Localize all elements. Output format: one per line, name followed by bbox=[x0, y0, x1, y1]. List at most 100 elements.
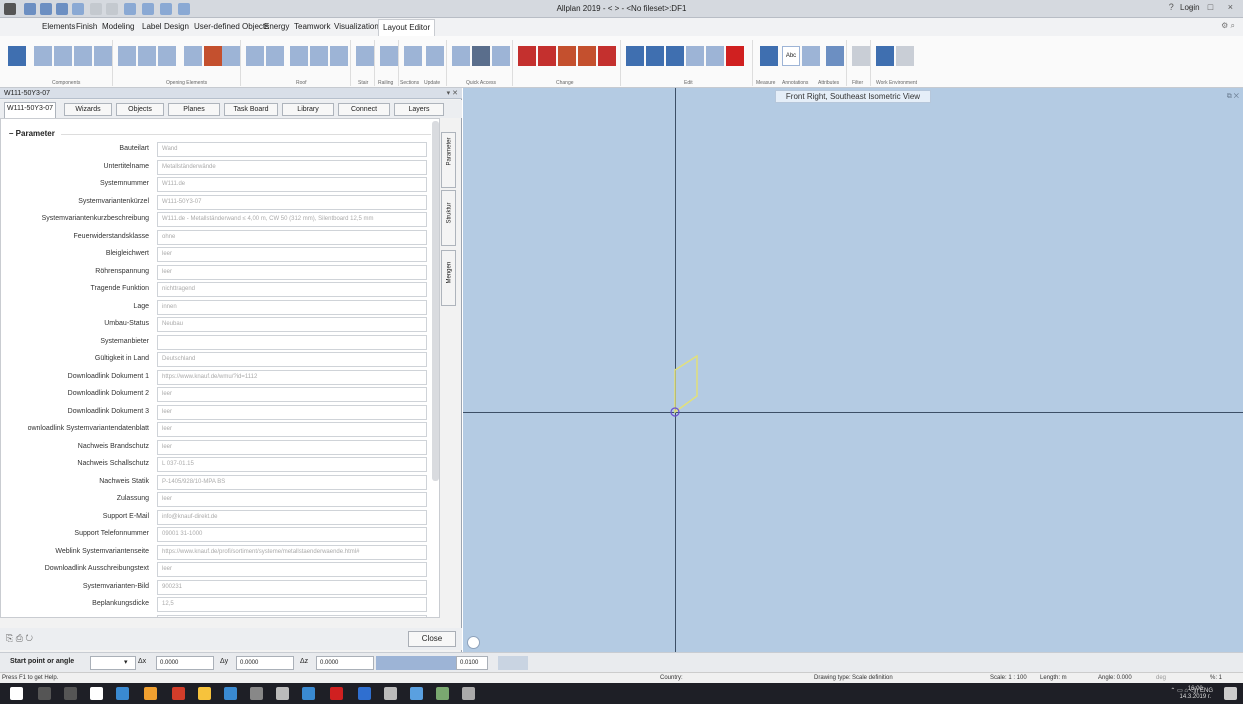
word-icon[interactable] bbox=[358, 687, 371, 700]
parameter-value[interactable]: Deutschland bbox=[157, 352, 427, 367]
start-icon[interactable] bbox=[10, 687, 23, 700]
window-controls[interactable]: ? – □ × bbox=[1169, 2, 1239, 12]
attributes-icon[interactable] bbox=[826, 46, 844, 66]
tab-layout-editor[interactable]: Layout Editor bbox=[378, 19, 436, 36]
beam-icon[interactable] bbox=[94, 46, 112, 66]
niche-icon[interactable] bbox=[184, 46, 202, 66]
copy-icon[interactable] bbox=[626, 46, 644, 66]
snap-tools-icon[interactable] bbox=[376, 656, 456, 670]
parameter-value[interactable]: ohne bbox=[157, 229, 427, 245]
parameter-value[interactable]: Wand bbox=[157, 142, 427, 157]
parameter-value[interactable]: leer bbox=[157, 387, 427, 402]
parameter-value[interactable]: leer bbox=[157, 422, 427, 437]
help-icon[interactable]: ⚙ ⌕ bbox=[1221, 21, 1235, 31]
tab-layers[interactable]: Layers bbox=[394, 103, 444, 116]
parameter-value[interactable]: Metallständerwände bbox=[157, 159, 427, 175]
side-tab-parameter[interactable]: Parameter bbox=[441, 132, 456, 188]
rotate-icon[interactable] bbox=[666, 46, 684, 66]
window-icon[interactable] bbox=[118, 46, 136, 66]
tab-objects[interactable]: Objects bbox=[116, 103, 164, 116]
dormer-icon[interactable] bbox=[310, 46, 328, 66]
parameter-value[interactable]: innen bbox=[157, 299, 427, 315]
delete-icon[interactable] bbox=[726, 46, 744, 66]
scale-input[interactable]: 0.0100 bbox=[456, 656, 488, 670]
recess-icon[interactable] bbox=[222, 46, 240, 66]
modify-icon[interactable] bbox=[518, 46, 536, 66]
properties-icon[interactable] bbox=[8, 46, 26, 66]
scrollbar[interactable] bbox=[432, 121, 439, 481]
railing-icon[interactable] bbox=[380, 46, 398, 66]
text-icon[interactable] bbox=[472, 46, 490, 66]
section-parameter[interactable]: – Parameter bbox=[9, 129, 55, 138]
dropdown-icon[interactable]: ▾ bbox=[124, 658, 128, 666]
skype-icon[interactable] bbox=[302, 687, 315, 700]
tab-wizards[interactable]: Wizards bbox=[64, 103, 112, 116]
allplan-icon[interactable] bbox=[276, 687, 289, 700]
palette-pin-close[interactable]: ▾ ✕ bbox=[447, 89, 458, 97]
window-opening-icon[interactable] bbox=[246, 46, 264, 66]
section-icon[interactable] bbox=[404, 46, 422, 66]
viewport-controls[interactable]: ⧉ ✕ bbox=[1227, 93, 1239, 101]
mail-icon[interactable] bbox=[90, 687, 103, 700]
office-icon[interactable] bbox=[172, 687, 185, 700]
close-button[interactable]: Close bbox=[408, 631, 456, 647]
parameter-value[interactable]: 1 bbox=[157, 614, 427, 617]
tab-properties[interactable]: W111-50Y3-07 bbox=[4, 102, 56, 118]
dx-input[interactable]: 0.0000 bbox=[156, 656, 214, 670]
side-tab-mengen[interactable]: Mengen bbox=[441, 250, 456, 306]
work-environment-icon[interactable] bbox=[876, 46, 894, 66]
parameter-value[interactable]: 09001 31-1000 bbox=[157, 527, 427, 542]
door-opening-icon[interactable] bbox=[266, 46, 284, 66]
parameter-value[interactable]: leer bbox=[157, 439, 427, 455]
mirror-icon[interactable] bbox=[686, 46, 704, 66]
door-icon[interactable] bbox=[138, 46, 156, 66]
dy-input[interactable]: 0.0000 bbox=[236, 656, 294, 670]
search-icon[interactable] bbox=[38, 687, 51, 700]
explorer-icon[interactable] bbox=[144, 687, 157, 700]
parameter-value[interactable]: nichttragend bbox=[157, 282, 427, 297]
task-view-icon[interactable] bbox=[64, 687, 77, 700]
measure-icon[interactable] bbox=[760, 46, 778, 66]
stair-icon[interactable] bbox=[356, 46, 374, 66]
parameter-value[interactable]: leer bbox=[157, 247, 427, 262]
navigation-cube-icon[interactable] bbox=[467, 636, 480, 649]
side-tab-struktur[interactable]: Struktur bbox=[441, 190, 456, 246]
tab-finish[interactable]: Finish bbox=[72, 21, 101, 32]
parameter-value[interactable] bbox=[157, 334, 427, 350]
allplan-window-icon[interactable] bbox=[384, 687, 397, 700]
calculator-icon[interactable] bbox=[250, 687, 263, 700]
tab-modeling[interactable]: Modeling bbox=[98, 21, 138, 32]
parameter-value[interactable]: W111.de - Metallständerwand ≤ 4,00 m, CW… bbox=[157, 212, 427, 227]
annotation-icon[interactable] bbox=[802, 46, 820, 66]
tab-design[interactable]: Design bbox=[160, 21, 193, 32]
chrome-icon[interactable] bbox=[198, 687, 211, 700]
parameter-value[interactable]: P-1405/928/10-MPA BS bbox=[157, 474, 427, 490]
parameter-value[interactable]: L 037-01.15 bbox=[157, 457, 427, 472]
pen-icon[interactable] bbox=[538, 46, 556, 66]
tab-library[interactable]: Library bbox=[282, 103, 334, 116]
parameter-value[interactable]: leer bbox=[157, 492, 427, 507]
drawing-type-value[interactable]: Scale definition bbox=[852, 675, 893, 681]
wall-element[interactable] bbox=[663, 348, 723, 428]
parameter-value[interactable]: W111-50Y3-07 bbox=[157, 194, 427, 210]
parameter-value[interactable]: info@knauf-direkt.de bbox=[157, 509, 427, 525]
parameter-value[interactable]: Neubau bbox=[157, 317, 427, 332]
join-icon[interactable] bbox=[598, 46, 616, 66]
dz-input[interactable]: 0.0000 bbox=[316, 656, 374, 670]
length-readout[interactable]: Length: m bbox=[1040, 675, 1067, 681]
onedrive-icon[interactable] bbox=[410, 687, 423, 700]
favorites-icons[interactable]: ⎘ ⎙ ↻ bbox=[6, 633, 33, 644]
parameter-value[interactable]: 900231 bbox=[157, 579, 427, 595]
dimension-icon[interactable] bbox=[492, 46, 510, 66]
parameter-value[interactable]: leer bbox=[157, 264, 427, 280]
environment-icon[interactable] bbox=[896, 46, 914, 66]
3d-viewport[interactable]: Front Right, Southeast Isometric View ⧉ … bbox=[463, 88, 1243, 652]
slab-icon[interactable] bbox=[54, 46, 72, 66]
tab-visualization[interactable]: Visualization bbox=[330, 21, 383, 32]
photos-icon[interactable] bbox=[462, 687, 475, 700]
tab-planes[interactable]: Planes bbox=[168, 103, 220, 116]
parameter-value[interactable]: https://www.knauf.de/profi/sortiment/sys… bbox=[157, 544, 427, 560]
tab-connect[interactable]: Connect bbox=[338, 103, 390, 116]
notifications-icon[interactable] bbox=[1224, 687, 1237, 700]
clock[interactable]: 16:00 14.3.2019 г. bbox=[1180, 685, 1211, 701]
